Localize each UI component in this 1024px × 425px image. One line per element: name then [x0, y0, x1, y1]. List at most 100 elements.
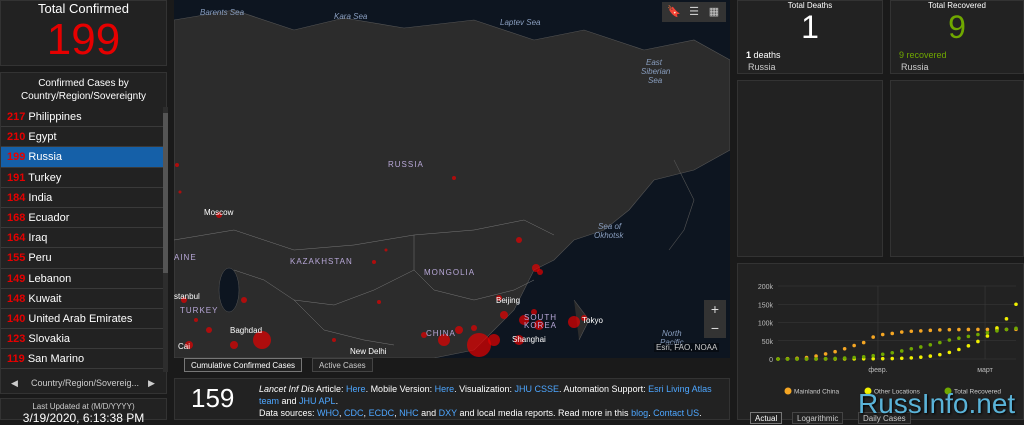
total-confirmed-title: Total Confirmed [37, 1, 130, 16]
series-point [976, 332, 980, 337]
series-point [1014, 326, 1018, 331]
prev-page-icon[interactable]: ◀ [11, 373, 18, 393]
mobile-version-link[interactable]: Here [435, 384, 455, 394]
map-label-beijing: Beijing [496, 296, 521, 305]
list-pager: ◀ Country/Region/Sovereig... ▶ [1, 373, 168, 393]
list-item[interactable]: 184 India [1, 188, 163, 208]
legend-marker [784, 387, 792, 395]
legend-list-icon[interactable]: ☰ [686, 4, 702, 20]
series-point [880, 352, 885, 357]
series-point [938, 340, 942, 345]
series-point [919, 345, 923, 349]
blog-link[interactable]: blog [631, 408, 648, 418]
cdc-link[interactable]: CDC [344, 408, 364, 418]
list-item[interactable]: 123 Slovakia [1, 329, 163, 350]
series-point [823, 356, 828, 361]
series-point [871, 353, 875, 358]
jhu-apl-link[interactable]: JHU APL [299, 396, 336, 406]
dxy-link[interactable]: DXY [439, 408, 457, 418]
map-view[interactable]: Barents Sea Kara Sea Laptev Sea East Sib… [174, 0, 730, 358]
map-basemap [174, 9, 730, 358]
list-item[interactable]: 168 Ecuador [1, 208, 163, 229]
info-panel: 159 Lancet Inf Dis Article: Here. Mobile… [174, 378, 730, 420]
series-point [947, 327, 952, 332]
series-point [871, 335, 875, 339]
zoom-in-button[interactable]: + [704, 300, 726, 319]
nhc-link[interactable]: NHC [399, 408, 419, 418]
confirmed-by-country-panel: Confirmed Cases by Country/Region/Sovere… [0, 72, 168, 394]
recovered-country: Russia [901, 62, 929, 72]
recovered-list-panel [890, 80, 1024, 257]
list-item-selected[interactable]: 199 Russia [1, 147, 163, 168]
series-point [909, 329, 914, 334]
last-updated-label: Last Updated at (M/D/YYYY) [32, 402, 135, 411]
deaths-list-panel [737, 80, 883, 257]
tab-active-cases[interactable]: Active Cases [312, 358, 373, 372]
series-point [976, 327, 980, 332]
contact-us-link[interactable]: Contact US [653, 408, 699, 418]
list-item[interactable]: 217 Philippines [1, 107, 163, 128]
series-point [880, 356, 885, 361]
tab-actual[interactable]: Actual [750, 412, 783, 424]
map-label-ukraine: AINE [174, 253, 197, 262]
info-count: 159 [191, 383, 235, 413]
series-point [928, 354, 933, 358]
map-label-kazakhstan: KAZAKHSTAN [290, 257, 353, 266]
series-point [976, 339, 980, 344]
map-label-mongolia: MONGOLIA [424, 268, 476, 277]
x-tick-label: февр. [868, 367, 887, 374]
map-label-tokyo: Tokyo [582, 316, 603, 325]
series-point [985, 327, 990, 332]
tab-cumulative-confirmed[interactable]: Cumulative Confirmed Cases [184, 358, 303, 372]
jhu-csse-link[interactable]: JHU CSSE [515, 384, 560, 394]
tab-logarithmic[interactable]: Logarithmic [792, 412, 844, 424]
list-item[interactable]: 148 Kuwait [1, 289, 163, 309]
series-point [814, 357, 818, 361]
series-point [823, 352, 828, 356]
series-point [795, 357, 799, 361]
series-point [1014, 302, 1018, 307]
map-label-north-pacific: North [662, 329, 682, 338]
list-item[interactable]: 155 Peru [1, 248, 163, 269]
zoom-control: + − [704, 300, 726, 338]
ecdc-link[interactable]: ECDC [369, 408, 395, 418]
last-updated-panel: Last Updated at (M/D/YYYY) 3/19/2020, 6:… [0, 398, 167, 425]
map-label-east-siberian-sea: East [646, 58, 663, 67]
series-point [919, 329, 923, 333]
watermark-logo: RussInfo.net [858, 388, 1016, 419]
map-label-kara-sea: Kara Sea [334, 12, 368, 21]
last-updated-value: 3/19/2020, 6:13:38 PM [22, 411, 145, 425]
series-point [861, 355, 866, 359]
series-point [1004, 317, 1009, 321]
series-point [957, 327, 961, 332]
series-point [852, 343, 856, 348]
bookmark-icon[interactable]: 🔖 [666, 4, 682, 20]
next-page-icon[interactable]: ▶ [148, 373, 155, 393]
series-point [966, 334, 971, 339]
map-attribution: Esri, FAO, NOAA [654, 343, 720, 352]
series-point [890, 331, 895, 336]
list-item[interactable]: 140 United Arab Emirates [1, 309, 163, 330]
list-item[interactable]: 191 Turkey [1, 168, 163, 188]
list-scrollbar-thumb[interactable] [163, 113, 168, 273]
list-item[interactable]: 119 San Marino [1, 349, 163, 370]
series-point [985, 334, 990, 338]
list-item[interactable]: 149 Lebanon [1, 269, 163, 289]
total-deaths-panel: Total Deaths 1 1 deaths Russia [737, 0, 883, 74]
series-point [928, 328, 933, 333]
zoom-out-button[interactable]: − [704, 319, 726, 338]
series-point [947, 338, 952, 342]
info-text: Lancet Inf Dis Article: Here. Mobile Ver… [259, 384, 712, 418]
series-point [890, 350, 895, 355]
article-link[interactable]: Here [346, 384, 366, 394]
list-item[interactable]: 210 Egypt [1, 127, 163, 148]
map-tab-bar: Cumulative Confirmed Cases Active Cases [174, 358, 730, 372]
qr-code-icon[interactable]: ▦ [706, 4, 722, 20]
list-item[interactable]: 164 Iraq [1, 228, 163, 249]
who-link[interactable]: WHO [317, 408, 339, 418]
map-label-russia: RUSSIA [388, 160, 424, 169]
list-title: Confirmed Cases by Country/Region/Sovere… [20, 78, 147, 102]
series-point [899, 330, 904, 334]
list-pager-label: Country/Region/Sovereig... [31, 378, 140, 388]
series-point [899, 356, 904, 361]
